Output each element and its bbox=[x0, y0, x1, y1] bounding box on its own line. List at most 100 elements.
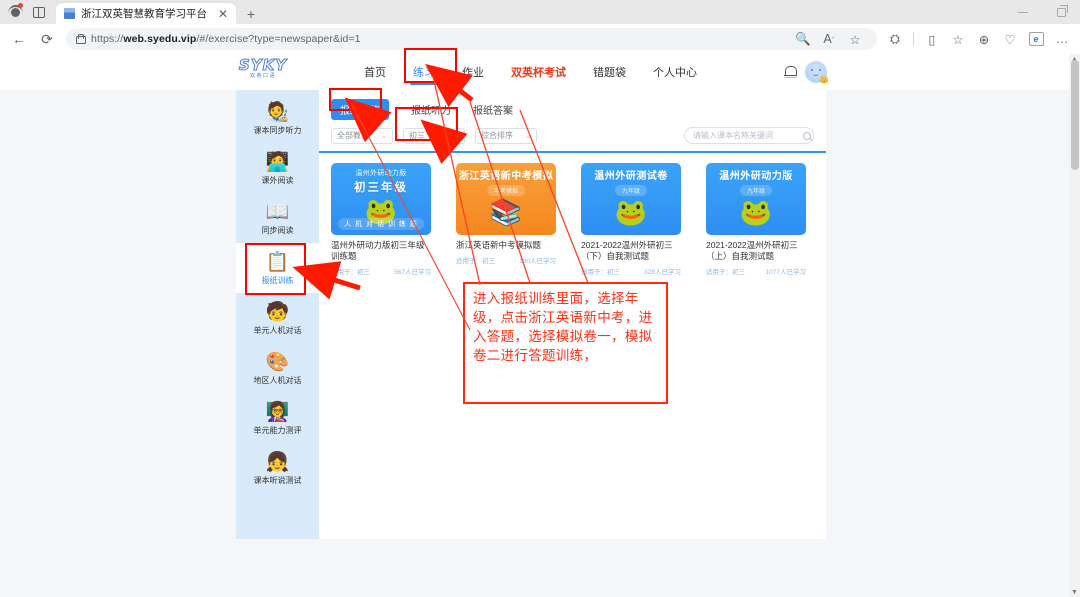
settings-more-icon[interactable]: … bbox=[1050, 27, 1074, 51]
card-grade: 适用于：初三 bbox=[706, 269, 745, 276]
search-box[interactable] bbox=[684, 127, 814, 144]
tab-strip: 浙江双英智慧教育学习平台 ✕ + bbox=[0, 0, 1080, 24]
browser-essentials-icon[interactable]: ⊕ bbox=[972, 27, 996, 51]
close-icon[interactable]: ✕ bbox=[216, 8, 230, 20]
new-tab-button[interactable]: + bbox=[240, 3, 262, 24]
sidebar-item-synchronous-reading[interactable]: 📖 同步阅读 bbox=[236, 193, 319, 243]
unit-dialogue-icon: 🧒 bbox=[265, 301, 290, 323]
textbook-listening-icon: 🧑‍🎨 bbox=[265, 101, 290, 123]
toolbar-divider bbox=[913, 32, 914, 46]
browser-window: 浙江双英智慧教育学习平台 ✕ + ← ⟳ https://web.syedu.v… bbox=[0, 0, 1080, 597]
browser-tab[interactable]: 浙江双英智慧教育学习平台 ✕ bbox=[56, 3, 236, 24]
annotation-box-filter-grade bbox=[395, 107, 458, 141]
maximize-button[interactable] bbox=[1042, 0, 1080, 24]
sidebar-item-unit-dialogue[interactable]: 🧒 单元人机对话 bbox=[236, 293, 319, 343]
regional-dialogue-icon: 🎨 bbox=[265, 351, 290, 373]
search-icon[interactable] bbox=[803, 131, 811, 140]
copilot-icon[interactable]: e bbox=[1024, 27, 1048, 51]
thumb-title: 温州外研测试卷 bbox=[594, 171, 668, 182]
card-title: 浙江英语新中考模拟题 bbox=[456, 240, 542, 250]
header-actions: 👑 bbox=[783, 54, 829, 90]
thumb-title: 浙江英语新中考模拟 bbox=[458, 171, 554, 182]
search-icon[interactable]: 🔍 bbox=[791, 27, 815, 51]
annotation-callout: 进入报纸训练里面，选择年级，点击浙江英语新中考，进入答题，选择模拟卷一，模拟卷二… bbox=[463, 282, 668, 404]
card-learner-count: 1077人已学习 bbox=[765, 269, 806, 276]
card-thumbnail: 温州外研动力版 初三年级 🐸 人 机 对 话 训 练 题 bbox=[331, 163, 431, 235]
page-scrollbar[interactable]: ▲ ▼ bbox=[1069, 54, 1080, 597]
mascot-icon: 🐸 bbox=[614, 197, 648, 227]
filter-sort-select[interactable]: 综合排序 ⌄ bbox=[475, 127, 537, 144]
sidebar-item-textbook-speaking-test[interactable]: 👧 课本听说测试 bbox=[236, 443, 319, 493]
read-aloud-icon[interactable]: Aᐟ bbox=[817, 27, 841, 51]
tab-search-icon[interactable] bbox=[26, 0, 52, 24]
card-meta: 适用于：初三 1077人已学习 bbox=[706, 266, 806, 276]
course-card[interactable]: 温州外研动力版 九年级 🐸 2021-2022温州外研初三（上）自我测试题 适用… bbox=[706, 163, 806, 276]
browser-toolbar: ← ⟳ https://web.syedu.vip/#/exercise?typ… bbox=[0, 24, 1080, 54]
tab-newspaper-answers[interactable]: 报纸答案 bbox=[473, 102, 513, 117]
nav-item-wrong-questions[interactable]: 错题袋 bbox=[591, 54, 628, 90]
scroll-down-arrow[interactable]: ▼ bbox=[1069, 587, 1080, 597]
nav-item-cup-exam[interactable]: 双英杯考试 bbox=[509, 54, 568, 90]
annotation-box-nav-exercise bbox=[404, 48, 457, 83]
card-grade: 适用于：初三 bbox=[456, 258, 495, 265]
sidebar-item-unit-assessment[interactable]: 👩‍🏫 单元能力测评 bbox=[236, 393, 319, 443]
card-learner-count: 567人已学习 bbox=[394, 269, 431, 276]
shield-heart-icon[interactable]: ♡ bbox=[998, 27, 1022, 51]
nav-item-home[interactable]: 首页 bbox=[362, 54, 388, 90]
tab-title: 浙江双英智慧教育学习平台 bbox=[81, 8, 207, 20]
logo-text: SYKY bbox=[238, 56, 288, 74]
thumb-title: 温州外研动力版 bbox=[719, 171, 793, 182]
lock-icon bbox=[76, 34, 86, 44]
scrollbar-thumb[interactable] bbox=[1070, 60, 1079, 170]
course-card[interactable]: 温州外研动力版 初三年级 🐸 人 机 对 话 训 练 题 温州外研动力版初三年级… bbox=[331, 163, 431, 276]
search-input[interactable] bbox=[693, 131, 803, 140]
split-screen-icon[interactable]: ▯ bbox=[920, 27, 944, 51]
address-bar[interactable]: https://web.syedu.vip/#/exercise?type=ne… bbox=[66, 28, 877, 50]
back-icon[interactable]: ← bbox=[6, 26, 32, 52]
notification-bell-icon[interactable] bbox=[783, 65, 797, 79]
category-sidebar: 🧑‍🎨 课本同步听力 🧑‍💻 课外阅读 📖 同步阅读 📋 报纸训练 bbox=[236, 90, 319, 539]
course-card[interactable]: 温州外研测试卷 九年级 🐸 2021-2022温州外研初三（下）自我测试题 适用… bbox=[581, 163, 681, 276]
sidebar-item-label: 单元能力测评 bbox=[253, 425, 302, 435]
thumb-chip: 中考模拟 bbox=[486, 185, 525, 196]
sidebar-item-label: 课本同步听力 bbox=[253, 125, 302, 135]
course-card[interactable]: 浙江英语新中考模拟 中考模拟 📚 浙江英语新中考模拟题 适用于：初三 130人已… bbox=[456, 163, 556, 276]
card-thumbnail: 温州外研动力版 九年级 🐸 bbox=[706, 163, 806, 235]
nav-item-personal-center[interactable]: 个人中心 bbox=[651, 54, 699, 90]
sidebar-item-label: 地区人机对话 bbox=[253, 375, 302, 385]
sidebar-item-textbook-listening[interactable]: 🧑‍🎨 课本同步听力 bbox=[236, 93, 319, 143]
card-learner-count: 328人已学习 bbox=[644, 269, 681, 276]
avatar[interactable]: 👑 bbox=[805, 61, 829, 84]
card-learner-count: 130人已学习 bbox=[519, 258, 556, 265]
crown-icon: 👑 bbox=[819, 75, 829, 84]
sidebar-item-label: 课外阅读 bbox=[261, 175, 294, 185]
filter-textbook-select[interactable]: 全部教材 ⌄ bbox=[331, 127, 393, 144]
thumb-top-text: 温州外研动力版 bbox=[355, 170, 407, 177]
card-thumbnail: 温州外研测试卷 九年级 🐸 bbox=[581, 163, 681, 235]
sidebar-item-extracurricular-reading[interactable]: 🧑‍💻 课外阅读 bbox=[236, 143, 319, 193]
sidebar-item-label: 单元人机对话 bbox=[253, 325, 302, 335]
logo-subtext: 双英口语 bbox=[249, 73, 276, 79]
mascot-icon: 🐸 bbox=[739, 197, 773, 227]
extensions-icon[interactable]: ⛭ bbox=[883, 27, 907, 51]
annotation-box-tab-newspaper-training bbox=[329, 88, 382, 111]
unit-assessment-icon: 👩‍🏫 bbox=[265, 401, 290, 423]
thumb-ribbon: 人 机 对 话 训 练 题 bbox=[338, 218, 424, 230]
sidebar-item-label: 同步阅读 bbox=[261, 225, 294, 235]
minimize-button[interactable] bbox=[1004, 0, 1042, 24]
site-logo[interactable]: SYKY 双英口语 bbox=[236, 57, 290, 80]
sidebar-item-regional-dialogue[interactable]: 🎨 地区人机对话 bbox=[236, 343, 319, 393]
profile-button[interactable] bbox=[4, 0, 26, 24]
nav-item-homework[interactable]: 作业 bbox=[460, 54, 486, 90]
omnibox-actions: 🔍 Aᐟ ☆ bbox=[791, 27, 867, 51]
collections-icon[interactable]: ☆ bbox=[946, 27, 970, 51]
reload-icon[interactable]: ⟳ bbox=[34, 26, 60, 52]
favorite-star-icon[interactable]: ☆ bbox=[843, 27, 867, 51]
url-text: https://web.syedu.vip/#/exercise?type=ne… bbox=[91, 33, 361, 45]
site-header: SYKY 双英口语 首页 练习 作业 双英杯考试 错题袋 个人中心 👑 bbox=[0, 54, 1080, 90]
synchronous-reading-icon: 📖 bbox=[265, 201, 290, 223]
card-grade: 适用于：初三 bbox=[581, 269, 620, 276]
course-card-grid: 温州外研动力版 初三年级 🐸 人 机 对 话 训 练 题 温州外研动力版初三年级… bbox=[331, 153, 814, 276]
thumb-title: 初三年级 bbox=[354, 182, 408, 194]
annotation-text: 进入报纸训练里面，选择年级，点击浙江英语新中考，进入答题，选择模拟卷一，模拟卷二… bbox=[473, 291, 653, 364]
